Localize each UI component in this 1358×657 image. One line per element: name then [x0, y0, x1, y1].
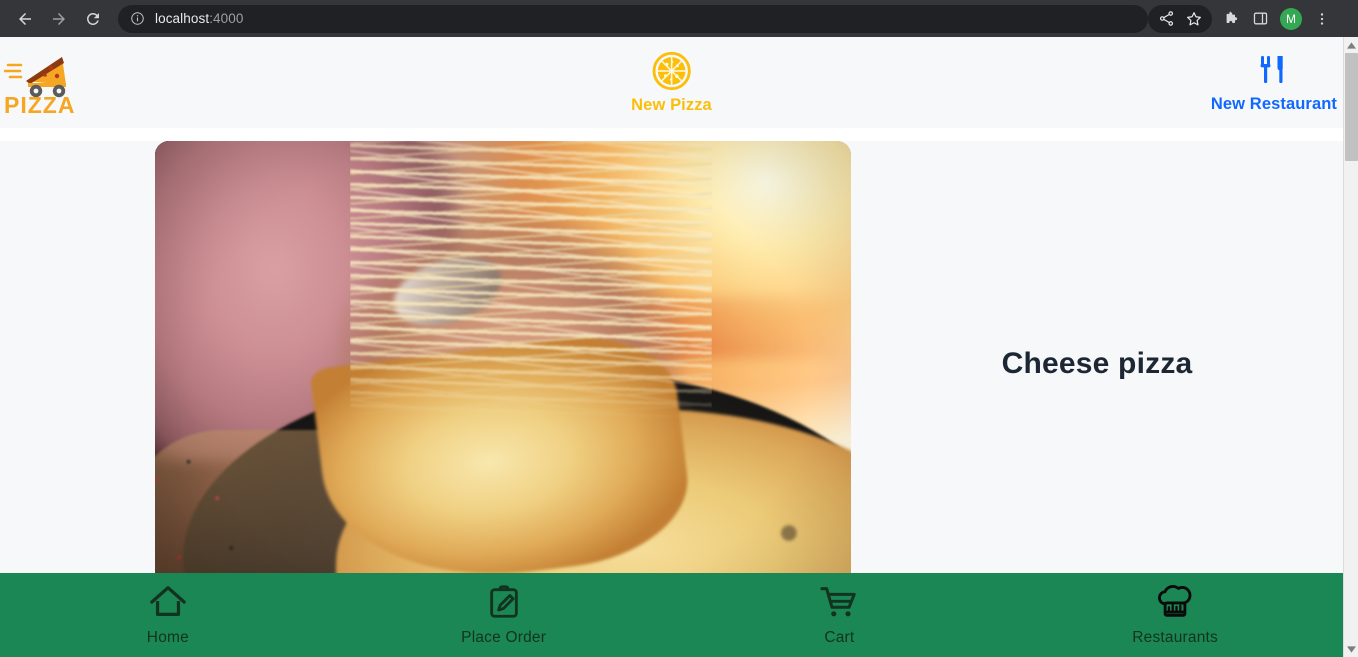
reload-button[interactable] [78, 4, 108, 34]
scrollbar-up-button[interactable] [1344, 37, 1358, 53]
share-button[interactable] [1152, 5, 1180, 33]
url-text: localhost:4000 [155, 11, 243, 26]
three-dot-menu-icon [1320, 12, 1324, 25]
url-host: localhost [155, 11, 210, 26]
chrome-menu-button[interactable] [1308, 5, 1336, 33]
back-button[interactable] [10, 4, 40, 34]
forward-button[interactable] [44, 4, 74, 34]
chef-hat-icon [1158, 584, 1192, 617]
brand-logo-link[interactable]: PIZZA [0, 51, 200, 115]
url-port: :4000 [209, 11, 244, 26]
side-panel-icon [1253, 12, 1267, 25]
bottom-nav: Home Place Order Cart Restaurants [0, 573, 1343, 657]
share-icon [1159, 11, 1173, 26]
app-header: PIZZA New Pizza New Restaurant [0, 37, 1343, 128]
bottom-nav-label-cart: Cart [824, 629, 855, 646]
browser-toolbar: localhost:4000 M [0, 0, 1358, 37]
pizza-wheel-icon [652, 51, 691, 91]
page-scrollbar[interactable] [1343, 37, 1358, 657]
bottom-nav-item-cart[interactable]: Cart [672, 573, 1008, 657]
shopping-cart-icon [820, 587, 857, 617]
bottom-nav-item-restaurants[interactable]: Restaurants [1007, 573, 1343, 657]
bottom-nav-item-home[interactable]: Home [0, 573, 336, 657]
nav-new-restaurant[interactable]: New Restaurant [1211, 51, 1337, 114]
scroll-up-arrow-icon [1347, 41, 1356, 49]
back-arrow-icon [19, 12, 31, 25]
home-icon [150, 586, 186, 616]
bottom-nav-item-place-order[interactable]: Place Order [336, 573, 672, 657]
extensions-button[interactable] [1218, 5, 1246, 33]
page-title: Cheese pizza [1001, 347, 1193, 380]
scrollbar-down-button[interactable] [1344, 641, 1358, 657]
puzzle-piece-icon [1226, 11, 1238, 23]
bottom-nav-label-home: Home [146, 629, 189, 646]
nav-new-pizza-label: New Pizza [631, 96, 712, 114]
side-panel-button[interactable] [1246, 5, 1274, 33]
header-separator [0, 128, 1343, 141]
bottom-nav-label-restaurants: Restaurants [1132, 629, 1219, 646]
reload-icon [86, 12, 99, 25]
scrollbar-thumb[interactable] [1345, 53, 1358, 161]
svg-text:PIZZA: PIZZA [4, 92, 75, 115]
fork-knife-icon [1260, 56, 1283, 83]
address-bar[interactable]: localhost:4000 [118, 4, 1148, 33]
bottom-nav-label-place-order: Place Order [461, 629, 547, 646]
profile-avatar[interactable]: M [1280, 7, 1302, 30]
star-icon [1187, 11, 1201, 25]
clipboard-pencil-icon [489, 585, 518, 618]
bookmark-button[interactable] [1180, 5, 1208, 33]
chrome-right-actions: M [1218, 5, 1336, 33]
site-info-icon[interactable] [130, 11, 145, 26]
omnibox-actions [1148, 4, 1212, 33]
page-viewport: PIZZA New Pizza New Restaurant Cheese pi… [0, 37, 1358, 657]
scroll-down-arrow-icon [1347, 645, 1356, 653]
nav-new-restaurant-label: New Restaurant [1210, 95, 1337, 113]
scrollbar-track[interactable] [1344, 53, 1358, 641]
forward-arrow-icon [53, 12, 65, 25]
pizza-delivery-icon: PIZZA [4, 56, 75, 115]
nav-new-pizza[interactable]: New Pizza [631, 50, 712, 115]
